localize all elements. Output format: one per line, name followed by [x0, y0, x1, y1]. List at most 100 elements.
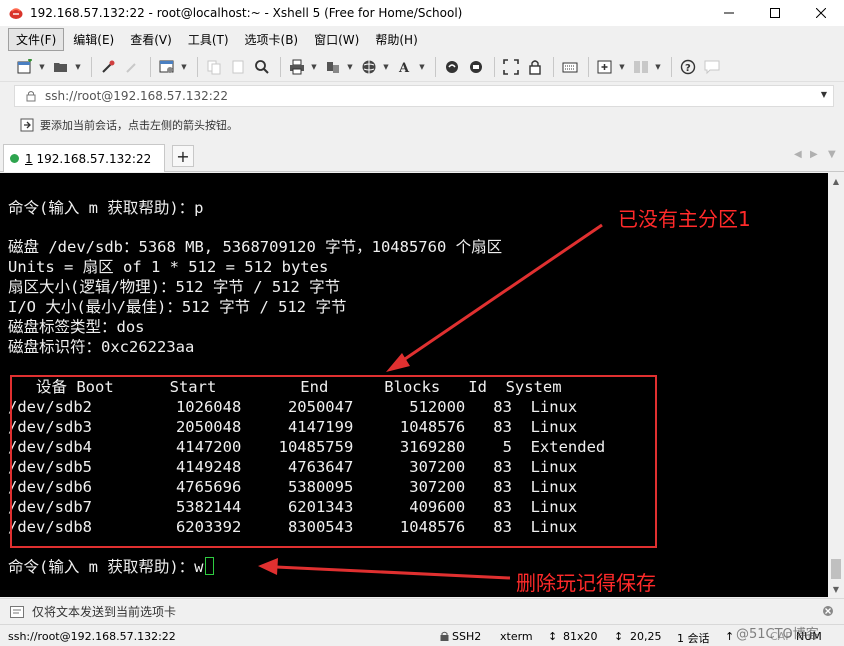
status-sessions: 1 会话 [677, 632, 710, 645]
toolbar-separator [91, 56, 92, 77]
terminal-scrollbar[interactable]: ▲ ▼ [828, 173, 844, 597]
terminal-size-icon: ↕ [548, 630, 558, 643]
compose-close-icon[interactable] [822, 605, 834, 620]
fullscreen-button[interactable] [500, 56, 522, 78]
cursor-position-icon: ↕ [614, 630, 624, 643]
chevron-left-icon[interactable]: ◀ [794, 149, 802, 160]
open-button[interactable] [50, 56, 72, 78]
chevron-right-icon[interactable]: ▶ [810, 149, 818, 160]
chevron-down-icon[interactable]: ▼ [828, 149, 836, 160]
add-dropdown[interactable]: ▼ [618, 56, 626, 78]
svg-text:A: A [398, 61, 410, 75]
menu-edit[interactable]: 编辑(E) [66, 29, 121, 50]
paste-icon [232, 60, 244, 73]
open-dropdown[interactable]: ▼ [74, 56, 82, 78]
print-button[interactable] [286, 56, 308, 78]
minimize-button[interactable] [706, 0, 752, 26]
menu-window[interactable]: 窗口(W) [307, 29, 366, 50]
fullscreen-icon [503, 58, 519, 75]
toolbar-separator [494, 56, 495, 77]
globe-icon [362, 60, 376, 73]
lock-button[interactable] [524, 56, 546, 78]
address-value: ssh://root@192.168.57.132:22 [45, 89, 229, 103]
add-session-arrow-icon[interactable] [20, 118, 34, 132]
toolbar-separator [197, 56, 198, 77]
annotation-no-primary-partition: 已没有主分区1 [618, 207, 751, 231]
connected-status-icon [10, 154, 19, 163]
close-icon [816, 8, 826, 18]
properties-button[interactable] [156, 56, 178, 78]
properties-dropdown[interactable]: ▼ [180, 56, 188, 78]
annotation-remember-save: 删除玩记得保存 [516, 571, 656, 595]
keyboard-button[interactable] [559, 56, 581, 78]
toolbar-separator [671, 56, 672, 77]
title-bar: 192.168.57.132:22 - root@localhost:~ - X… [0, 0, 844, 26]
status-bar: ssh://root@192.168.57.132:22 SSH2 xterm … [0, 624, 844, 646]
layout-dropdown[interactable]: ▼ [654, 56, 662, 78]
transfer-button[interactable] [322, 56, 344, 78]
session-arrow-icon: ↑ [725, 630, 735, 643]
compose-bar[interactable]: 仅将文本发送到当前选项卡 [0, 598, 844, 624]
layout-icon [634, 60, 648, 73]
scroll-down-arrow-icon[interactable]: ▼ [828, 581, 844, 597]
maximize-button[interactable] [752, 0, 798, 26]
layout-button[interactable] [630, 56, 652, 78]
font-dropdown[interactable]: ▼ [418, 56, 426, 78]
terminal[interactable]: 命令(输入 m 获取帮助)：p 磁盘 /dev/sdb：5368 MB, 536… [0, 173, 828, 597]
status-protocol: SSH2 [452, 630, 482, 643]
add-button[interactable] [594, 56, 616, 78]
xshell-logo-icon [9, 8, 23, 19]
paste-button[interactable] [227, 56, 249, 78]
transfer-icon [327, 61, 339, 73]
toolbar-separator [553, 56, 554, 77]
compose-placeholder: 仅将文本发送到当前选项卡 [32, 605, 177, 619]
arrow-to-table [386, 223, 603, 372]
find-button[interactable] [251, 56, 273, 78]
encoding-dropdown[interactable]: ▼ [382, 56, 390, 78]
scroll-thumb[interactable] [831, 559, 841, 579]
status-connection: ssh://root@192.168.57.132:22 [8, 630, 176, 643]
new-session-dropdown[interactable]: ▼ [38, 56, 46, 78]
compose-icon [10, 605, 24, 618]
toolbar-separator [588, 56, 589, 77]
new-session-button[interactable] [14, 56, 36, 78]
help-button[interactable]: ? [677, 56, 699, 78]
xmanager-icon [470, 60, 482, 73]
font-button[interactable]: A [394, 56, 416, 78]
annotation-arrows [258, 223, 603, 580]
toolbar: ▼ ▼ ▼ ▼ ▼ ▼ A ▼ ▼ ▼ ? [0, 52, 844, 82]
xmanager-button[interactable] [465, 56, 487, 78]
tab-session-1[interactable]: 1 192.168.57.132:22 [3, 144, 165, 172]
disconnect-button[interactable] [121, 56, 143, 78]
menu-file[interactable]: 文件(F) [8, 27, 65, 51]
tab-bar: 1 192.168.57.132:22 + ◀ ▶ ▼ [0, 140, 844, 172]
print-icon [290, 59, 304, 74]
menu-help[interactable]: 帮助(H) [368, 29, 424, 50]
xftp-icon [446, 60, 458, 73]
transfer-dropdown[interactable]: ▼ [346, 56, 354, 78]
menu-view[interactable]: 查看(V) [123, 29, 179, 50]
watermark: @51CTO博客 [736, 627, 819, 642]
hint-bar: 要添加当前会话，点击左侧的箭头按钮。 [0, 112, 844, 138]
encoding-button[interactable] [358, 56, 380, 78]
menu-tabs[interactable]: 选项卡(B) [238, 29, 306, 50]
copy-button[interactable] [203, 56, 225, 78]
status-size: 81x20 [563, 630, 598, 643]
chat-button[interactable] [701, 56, 723, 78]
copy-icon [207, 60, 221, 74]
svg-text:?: ? [685, 63, 691, 74]
address-input[interactable]: ssh://root@192.168.57.132:22 ▼ [14, 85, 834, 107]
close-button[interactable] [798, 0, 844, 26]
reconnect-button[interactable] [97, 56, 119, 78]
print-dropdown[interactable]: ▼ [310, 56, 318, 78]
minimize-icon [724, 12, 734, 14]
search-icon [255, 59, 269, 74]
scroll-up-arrow-icon[interactable]: ▲ [828, 173, 844, 189]
lock-icon [26, 91, 36, 102]
menu-tools[interactable]: 工具(T) [181, 29, 236, 50]
lock-icon [529, 59, 541, 75]
xftp-button[interactable] [441, 56, 463, 78]
chevron-down-icon[interactable]: ▼ [821, 90, 827, 99]
toolbar-separator [280, 56, 281, 77]
new-tab-button[interactable]: + [172, 145, 194, 167]
